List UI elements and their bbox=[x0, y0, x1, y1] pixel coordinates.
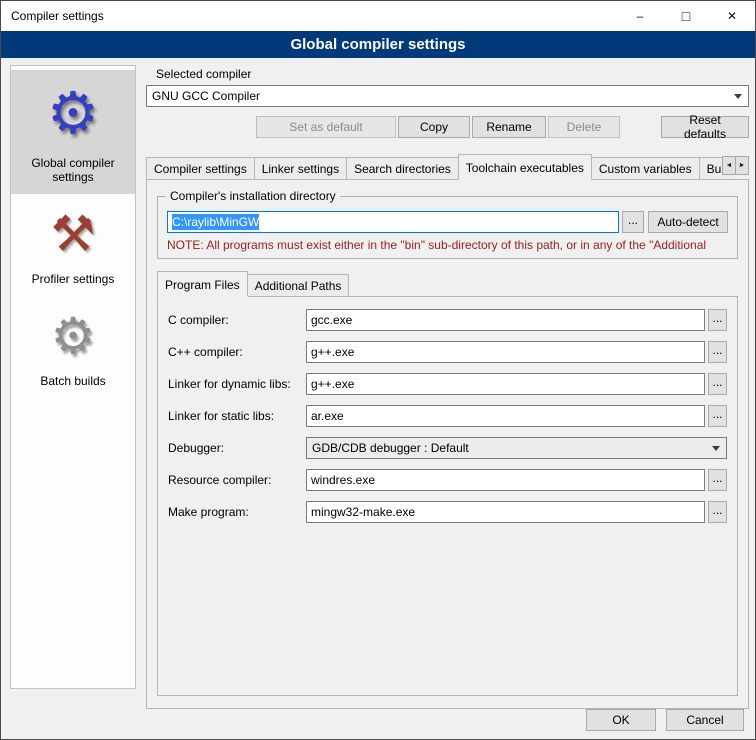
program-files-page: C compiler: gcc.exe ... C++ compiler: g+… bbox=[157, 296, 738, 696]
reset-defaults-button[interactable]: Reset defaults bbox=[661, 116, 749, 138]
installation-directory-row: C:\raylib\MinGW ... Auto-detect bbox=[167, 211, 728, 233]
browse-static-linker-button[interactable]: ... bbox=[708, 405, 727, 427]
chevron-down-icon bbox=[731, 94, 745, 99]
minimize-button[interactable]: – bbox=[617, 1, 663, 31]
dynamic-linker-label: Linker for dynamic libs: bbox=[168, 377, 306, 391]
ok-button[interactable]: OK bbox=[586, 709, 656, 731]
close-button[interactable]: ✕ bbox=[709, 1, 755, 31]
settings-tabs: Compiler settings Linker settings Search… bbox=[146, 154, 749, 709]
browse-install-dir-button[interactable]: ... bbox=[622, 211, 644, 233]
chevron-down-icon bbox=[709, 446, 723, 451]
minimize-icon: – bbox=[637, 9, 644, 23]
debugger-value: GDB/CDB debugger : Default bbox=[312, 441, 709, 455]
tab-search-directories[interactable]: Search directories bbox=[346, 157, 459, 180]
debugger-label: Debugger: bbox=[168, 441, 306, 455]
static-linker-value: ar.exe bbox=[311, 409, 344, 423]
browse-make-program-button[interactable]: ... bbox=[708, 501, 727, 523]
arrow-right-icon: ► bbox=[739, 162, 746, 169]
browse-resource-compiler-button[interactable]: ... bbox=[708, 469, 727, 491]
c-compiler-row: C compiler: gcc.exe ... bbox=[168, 309, 727, 331]
dynamic-linker-input[interactable]: g++.exe bbox=[306, 373, 705, 395]
sidebar-item-batch-builds[interactable]: ⚙ Batch builds bbox=[11, 296, 135, 398]
install-dir-input[interactable]: C:\raylib\MinGW bbox=[167, 211, 619, 233]
tab-program-files[interactable]: Program Files bbox=[157, 271, 248, 297]
sidebar-item-label: Batch builds bbox=[40, 374, 105, 388]
installation-directory-group-title: Compiler's installation directory bbox=[166, 189, 340, 203]
cancel-button[interactable]: Cancel bbox=[666, 709, 744, 731]
browse-cpp-compiler-button[interactable]: ... bbox=[708, 341, 727, 363]
debugger-row: Debugger: GDB/CDB debugger : Default bbox=[168, 437, 727, 459]
program-subtabs: Program Files Additional Paths C compile… bbox=[157, 271, 738, 696]
tab-scroll-left-button[interactable]: ◄ bbox=[722, 156, 736, 175]
delete-button[interactable]: Delete bbox=[548, 116, 620, 138]
make-program-row: Make program: mingw32-make.exe ... bbox=[168, 501, 727, 523]
window-controls: – □ ✕ bbox=[617, 1, 755, 31]
auto-detect-button[interactable]: Auto-detect bbox=[648, 211, 728, 233]
make-program-input[interactable]: mingw32-make.exe bbox=[306, 501, 705, 523]
cpp-compiler-label: C++ compiler: bbox=[168, 345, 306, 359]
cpp-compiler-value: g++.exe bbox=[311, 345, 354, 359]
c-compiler-label: C compiler: bbox=[168, 313, 306, 327]
tab-toolchain-executables[interactable]: Toolchain executables bbox=[458, 154, 592, 180]
toolchain-executables-page: Compiler's installation directory C:\ray… bbox=[146, 179, 749, 709]
gear-icon: ⚙ bbox=[47, 78, 99, 150]
c-compiler-input[interactable]: gcc.exe bbox=[306, 309, 705, 331]
resource-compiler-row: Resource compiler: windres.exe ... bbox=[168, 469, 727, 491]
main-panel: Selected compiler GNU GCC Compiler Set a… bbox=[146, 63, 749, 709]
make-program-value: mingw32-make.exe bbox=[311, 505, 415, 519]
static-linker-label: Linker for static libs: bbox=[168, 409, 306, 423]
resource-compiler-input[interactable]: windres.exe bbox=[306, 469, 705, 491]
dynamic-linker-row: Linker for dynamic libs: g++.exe ... bbox=[168, 373, 727, 395]
sidebar-item-global-compiler-settings[interactable]: ⚙ Global compiler settings bbox=[11, 70, 135, 194]
selected-compiler-select[interactable]: GNU GCC Compiler bbox=[146, 85, 749, 107]
maximize-button[interactable]: □ bbox=[663, 1, 709, 31]
window-titlebar: Compiler settings – □ ✕ bbox=[1, 1, 755, 31]
tab-linker-settings[interactable]: Linker settings bbox=[254, 157, 347, 180]
gear-stack-icon: ⚙ bbox=[51, 304, 96, 368]
close-icon: ✕ bbox=[727, 9, 737, 23]
selected-compiler-value: GNU GCC Compiler bbox=[152, 89, 731, 103]
c-compiler-value: gcc.exe bbox=[311, 313, 352, 327]
note-text: NOTE: All programs must exist either in … bbox=[167, 238, 728, 252]
static-linker-input[interactable]: ar.exe bbox=[306, 405, 705, 427]
tab-additional-paths[interactable]: Additional Paths bbox=[247, 274, 350, 297]
selected-compiler-label: Selected compiler bbox=[156, 67, 749, 81]
sub-tab-strip: Program Files Additional Paths bbox=[157, 271, 738, 297]
arrow-left-icon: ◄ bbox=[726, 162, 733, 169]
cpp-compiler-row: C++ compiler: g++.exe ... bbox=[168, 341, 727, 363]
dynamic-linker-value: g++.exe bbox=[311, 377, 354, 391]
set-as-default-button[interactable]: Set as default bbox=[256, 116, 396, 138]
debugger-select[interactable]: GDB/CDB debugger : Default bbox=[306, 437, 727, 459]
dialog-footer: OK Cancel bbox=[586, 709, 744, 731]
profiler-tools-icon: ⚒ bbox=[51, 202, 96, 266]
tab-scrollers: ◄ ► bbox=[723, 156, 749, 175]
installation-directory-group: Compiler's installation directory C:\ray… bbox=[157, 196, 738, 259]
compiler-actions-row: Set as default Copy Rename Delete Reset … bbox=[146, 116, 749, 138]
tab-scroll-right-button[interactable]: ► bbox=[735, 156, 749, 175]
resource-compiler-label: Resource compiler: bbox=[168, 473, 306, 487]
settings-sidebar: ⚙ Global compiler settings ⚒ Profiler se… bbox=[10, 65, 136, 689]
compiler-settings-dialog: Compiler settings – □ ✕ Global compiler … bbox=[0, 0, 756, 740]
browse-dynamic-linker-button[interactable]: ... bbox=[708, 373, 727, 395]
resource-compiler-value: windres.exe bbox=[311, 473, 375, 487]
copy-button[interactable]: Copy bbox=[398, 116, 470, 138]
dialog-header: Global compiler settings bbox=[1, 31, 755, 58]
install-dir-selected-text: C:\raylib\MinGW bbox=[172, 214, 259, 230]
sidebar-item-profiler-settings[interactable]: ⚒ Profiler settings bbox=[11, 194, 135, 296]
cpp-compiler-input[interactable]: g++.exe bbox=[306, 341, 705, 363]
make-program-label: Make program: bbox=[168, 505, 306, 519]
sidebar-item-label: Global compiler settings bbox=[14, 156, 132, 184]
rename-button[interactable]: Rename bbox=[472, 116, 546, 138]
sidebar-item-label: Profiler settings bbox=[32, 272, 115, 286]
tab-strip: Compiler settings Linker settings Search… bbox=[146, 154, 749, 180]
tab-compiler-settings[interactable]: Compiler settings bbox=[146, 157, 255, 180]
window-title: Compiler settings bbox=[1, 9, 104, 23]
tab-custom-variables[interactable]: Custom variables bbox=[591, 157, 700, 180]
maximize-icon: □ bbox=[682, 8, 690, 24]
browse-c-compiler-button[interactable]: ... bbox=[708, 309, 727, 331]
static-linker-row: Linker for static libs: ar.exe ... bbox=[168, 405, 727, 427]
